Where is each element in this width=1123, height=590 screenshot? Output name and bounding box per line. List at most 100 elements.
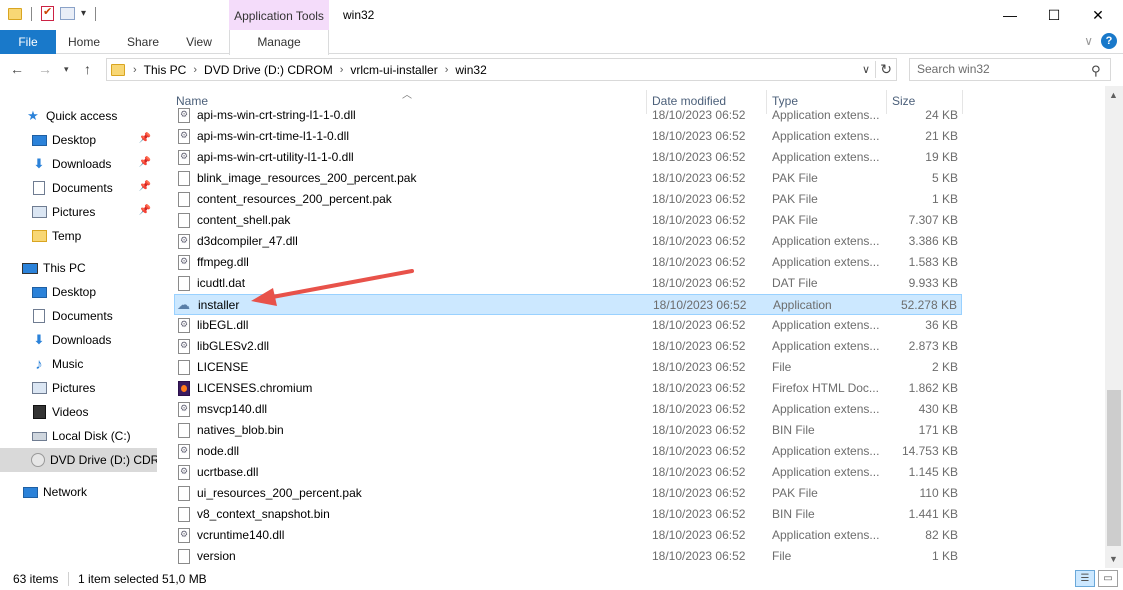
file-row[interactable]: libEGL.dll 18/10/2023 06:52 Application ex… [174, 315, 962, 336]
file-row[interactable]: d3dcompiler_47.dll 18/10/2023 06:52 Applic… [174, 231, 962, 252]
breadcrumb-dvd-drive[interactable]: DVD Drive (D:) CDROM [204, 63, 333, 77]
scrollbar-thumb[interactable] [1107, 390, 1121, 546]
file-row[interactable]: api-ms-win-crt-utility-l1-1-0.dll 18/10/2… [174, 147, 962, 168]
large-icons-view-icon[interactable]: ▭ [1098, 570, 1118, 587]
file-row[interactable]: icudtl.dat 18/10/2023 06:52 DAT File 9.933 … [174, 273, 962, 294]
nav-pc-desktop[interactable]: Desktop [0, 281, 157, 303]
tab-manage[interactable]: Manage [229, 30, 329, 55]
up-arrow-icon[interactable]: ↑ [84, 61, 91, 77]
nav-label: Temp [52, 229, 82, 243]
file-type: Application extens... [772, 108, 880, 122]
file-size: 2.873 KB [908, 339, 958, 353]
search-icon[interactable]: ⚲ [1091, 63, 1117, 79]
back-arrow-icon[interactable]: ← [10, 61, 24, 77]
details-view-icon[interactable]: ☰ [1075, 570, 1095, 587]
forward-arrow-icon[interactable]: → [38, 61, 52, 77]
file-type: BIN File [772, 423, 815, 437]
file-row[interactable]: blink_image_resources_200_percent.pak 18/… [174, 168, 962, 189]
file-row-selected[interactable]: ☁ installer 18/10/2023 06:52 Application 52.… [174, 294, 962, 315]
tab-home[interactable]: Home [60, 30, 108, 54]
tab-share[interactable]: Share [118, 30, 168, 54]
scroll-up-icon[interactable]: ▲ [1109, 90, 1118, 100]
file-type: File [772, 549, 792, 563]
breadcrumb-win32[interactable]: win32 [455, 63, 486, 77]
expand-ribbon-icon[interactable]: ∨ [1084, 34, 1093, 48]
file-row[interactable]: vcruntime140.dll 18/10/2023 06:52 Applicat… [174, 525, 962, 546]
vertical-scrollbar[interactable]: ▲ ▼ [1105, 86, 1123, 568]
breadcrumb-this-pc[interactable]: This PC [144, 63, 187, 77]
chevron-right-icon[interactable]: › [193, 64, 197, 76]
minimize-button[interactable]: — [987, 0, 1033, 30]
nav-pc-downloads[interactable]: ⬇ Downloads [0, 329, 157, 351]
nav-network[interactable]: Network [0, 481, 157, 503]
scroll-down-icon[interactable]: ▼ [1109, 554, 1118, 564]
customize-toolbar-icon[interactable]: ▾ [81, 8, 86, 19]
file-row[interactable]: node.dll 18/10/2023 06:52 Application exte… [174, 441, 962, 462]
maximize-button[interactable]: ☐ [1031, 0, 1077, 30]
tab-file[interactable]: File [0, 30, 56, 54]
file-row[interactable]: v8_context_snapshot.bin 18/10/2023 06:52 B… [174, 504, 962, 525]
file-date: 18/10/2023 06:52 [652, 339, 746, 353]
file-type: Application extens... [772, 339, 880, 353]
nav-pc-local-disk[interactable]: Local Disk (C:) [0, 425, 157, 447]
nav-quick-temp[interactable]: Temp [0, 225, 157, 247]
column-divider[interactable] [962, 90, 963, 114]
file-size: 1.145 KB [908, 465, 958, 479]
help-icon[interactable]: ? [1101, 33, 1117, 49]
pictures-icon [31, 205, 47, 219]
file-row[interactable]: natives_blob.bin 18/10/2023 06:52 BIN File… [174, 420, 962, 441]
nav-pc-pictures[interactable]: Pictures [0, 377, 157, 399]
nav-pc-dvd-drive[interactable]: DVD Drive (D:) CDROM [0, 448, 157, 472]
file-row[interactable]: ffmpeg.dll 18/10/2023 06:52 Application ex… [174, 252, 962, 273]
file-size: 36 KB [925, 318, 958, 332]
file-row[interactable]: content_shell.pak 18/10/2023 06:52 PAK Fil… [174, 210, 962, 231]
desktop-icon [31, 285, 47, 299]
nav-pc-videos[interactable]: Videos [0, 401, 157, 423]
breadcrumb-vrlcm-ui-installer[interactable]: vrlcm-ui-installer [350, 63, 437, 77]
file-size: 5 KB [931, 171, 958, 185]
chevron-right-icon[interactable]: › [340, 64, 344, 76]
recent-locations-icon[interactable]: ▾ [64, 64, 69, 75]
nav-this-pc[interactable]: This PC [0, 257, 157, 279]
nav-quick-downloads[interactable]: ⬇ Downloads 📌 [0, 153, 157, 175]
file-row[interactable]: LICENSE 18/10/2023 06:52 File 2 KB [174, 357, 962, 378]
file-row[interactable]: api-ms-win-crt-time-l1-1-0.dll 18/10/2023… [174, 126, 962, 147]
properties-icon[interactable] [41, 5, 54, 21]
nav-quick-documents[interactable]: Documents 📌 [0, 177, 157, 199]
nav-label: Pictures [52, 381, 96, 395]
new-folder-icon[interactable] [60, 7, 75, 20]
file-row[interactable]: LICENSES.chromium 18/10/2023 06:52 Firefox… [174, 378, 962, 399]
file-row[interactable]: libGLESv2.dll 18/10/2023 06:52 Application… [174, 336, 962, 357]
nav-quick-pictures[interactable]: Pictures 📌 [0, 201, 157, 223]
chevron-down-icon[interactable]: ∨ [862, 63, 870, 76]
close-button[interactable]: ✕ [1075, 0, 1121, 30]
nav-pc-music[interactable]: ♪ Music [0, 353, 157, 375]
file-size: 1.441 KB [908, 507, 958, 521]
refresh-icon[interactable]: ↻ [875, 61, 892, 78]
file-row[interactable]: ui_resources_200_percent.pak 18/10/2023 0… [174, 483, 962, 504]
file-type: PAK File [772, 171, 818, 185]
item-count: 63 items [13, 572, 59, 586]
file-row[interactable]: version 18/10/2023 06:52 File 1 KB [174, 546, 962, 567]
address-bar[interactable]: › This PC › DVD Drive (D:) CDROM › vrlcm… [106, 58, 897, 81]
nav-quick-access[interactable]: ★ Quick access [0, 105, 157, 127]
ribbon-tabs: File Home Share View Manage ∨ ? [0, 30, 1123, 55]
file-row[interactable]: msvcp140.dll 18/10/2023 06:52 Application … [174, 399, 962, 420]
chevron-right-icon[interactable]: › [445, 64, 449, 76]
navigation-pane: ★ Quick access Desktop 📌 ⬇ Downloads 📌 D… [0, 86, 157, 568]
file-type: Application extens... [772, 129, 880, 143]
file-row[interactable]: content_resources_200_percent.pak 18/10/2… [174, 189, 962, 210]
file-name: d3dcompiler_47.dll [197, 234, 298, 248]
file-row[interactable]: api-ms-win-crt-string-l1-1-0.dll 18/10/20… [174, 105, 962, 126]
chevron-right-icon[interactable]: › [133, 64, 137, 76]
file-row[interactable]: ucrtbase.dll 18/10/2023 06:52 Application … [174, 462, 962, 483]
file-date: 18/10/2023 06:52 [652, 213, 746, 227]
nav-label: Documents [52, 181, 113, 195]
search-input[interactable]: Search win32 [909, 58, 1111, 81]
dvd-drive-icon [31, 453, 45, 467]
nav-quick-desktop[interactable]: Desktop 📌 [0, 129, 157, 151]
tab-view[interactable]: View [176, 30, 222, 54]
nav-pc-documents[interactable]: Documents [0, 305, 157, 327]
file-icon [178, 192, 190, 207]
file-date: 18/10/2023 06:52 [652, 465, 746, 479]
